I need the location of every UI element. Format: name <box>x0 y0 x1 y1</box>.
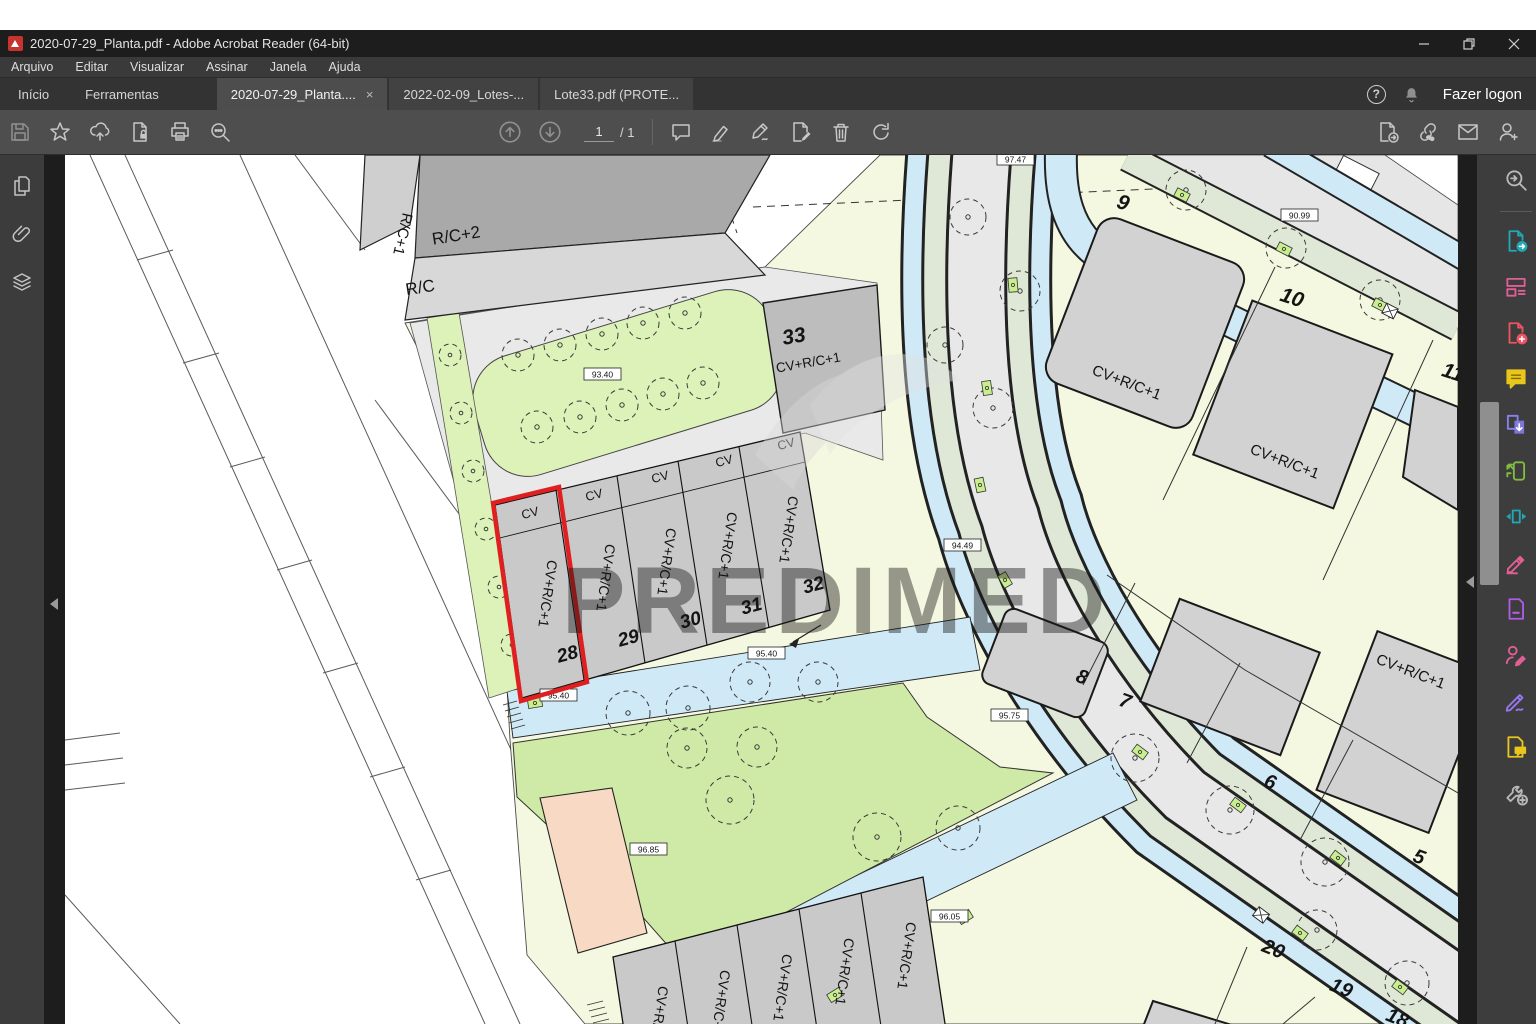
svg-text:97.47: 97.47 <box>1005 155 1027 165</box>
export-pdf-toolbar-button[interactable] <box>1368 114 1408 150</box>
restore-button[interactable] <box>1446 30 1491 57</box>
doc-tab-lote33[interactable]: Lote33.pdf (PROTE... <box>540 78 693 110</box>
menu-bar: Arquivo Editar Visualizar Assinar Janela… <box>0 57 1536 78</box>
main-toolbar: / 1 <box>0 110 1536 155</box>
title-bar[interactable]: 2020-07-29_Planta.pdf - Adobe Acrobat Re… <box>0 30 1536 57</box>
page-total-label: / 1 <box>620 125 634 140</box>
next-page-button[interactable] <box>530 114 570 150</box>
review-icon[interactable] <box>1499 730 1533 764</box>
marquee-zoom-icon[interactable] <box>1499 163 1533 197</box>
minimize-button[interactable] <box>1401 30 1446 57</box>
sign-in-button[interactable]: Fazer logon <box>1443 86 1522 103</box>
compress-pdf-icon[interactable] <box>1499 500 1533 534</box>
tab-close-icon[interactable]: × <box>366 87 374 102</box>
menu-assinar[interactable]: Assinar <box>195 60 259 74</box>
page-thumbnails-icon[interactable] <box>5 169 39 203</box>
menu-arquivo[interactable]: Arquivo <box>0 60 64 74</box>
tab-tools[interactable]: Ferramentas <box>67 78 177 110</box>
svg-text:90.99: 90.99 <box>1289 211 1311 221</box>
notifications-bell-icon[interactable] <box>1402 85 1421 104</box>
share-with-people-button[interactable] <box>1488 114 1528 150</box>
doc-tab-label: 2020-07-29_Planta.... <box>231 87 356 102</box>
highlighter-tool-button[interactable] <box>701 114 741 150</box>
cloud-upload-button[interactable] <box>80 114 120 150</box>
comment-tool-button[interactable] <box>661 114 701 150</box>
organize-pages-icon[interactable] <box>1499 270 1533 304</box>
pdf-page[interactable]: 97.47 90.99 93.40 94.49 95.40 95.40 95.7… <box>65 155 1458 1024</box>
layers-icon[interactable] <box>5 265 39 299</box>
doc-tab-label: Lote33.pdf (PROTE... <box>554 87 679 102</box>
svg-text:33: 33 <box>780 323 807 350</box>
sign-pen-tool-button[interactable] <box>741 114 781 150</box>
delete-pages-button[interactable] <box>821 114 861 150</box>
share-link-button[interactable] <box>1408 114 1448 150</box>
search-button[interactable] <box>200 114 240 150</box>
rotate-page-button[interactable] <box>861 114 901 150</box>
svg-text:96.85: 96.85 <box>638 845 660 855</box>
doc-tab-label: 2022-02-09_Lotes-... <box>403 87 524 102</box>
left-panel <box>0 155 44 1024</box>
vertical-scrollbar-thumb[interactable] <box>1480 402 1499 585</box>
doc-tab-planta[interactable]: 2020-07-29_Planta.... × <box>217 78 388 110</box>
close-button[interactable] <box>1491 30 1536 57</box>
send-email-button[interactable] <box>1448 114 1488 150</box>
menu-ajuda[interactable]: Ajuda <box>318 60 372 74</box>
document-gutter-left <box>44 155 65 1024</box>
page-number-input[interactable] <box>584 122 614 142</box>
desktop-margin <box>0 0 1536 30</box>
attachments-paperclip-icon[interactable] <box>5 217 39 251</box>
export-pdf-icon[interactable] <box>1499 224 1533 258</box>
menu-janela[interactable]: Janela <box>259 60 318 74</box>
collapse-left-panel-icon[interactable] <box>50 598 58 610</box>
protected-file-button[interactable] <box>120 114 160 150</box>
site-plan-drawing: 97.47 90.99 93.40 94.49 95.40 95.40 95.7… <box>65 155 1458 1024</box>
doc-tab-lotes[interactable]: 2022-02-09_Lotes-... <box>389 78 538 110</box>
comment-icon[interactable] <box>1499 362 1533 396</box>
document-gutter-right <box>1458 155 1477 1024</box>
collapse-right-panel-icon[interactable] <box>1466 576 1474 588</box>
panel-divider <box>1500 211 1532 212</box>
menu-visualizar[interactable]: Visualizar <box>119 60 195 74</box>
right-tools-panel <box>1477 155 1536 1024</box>
svg-text:95.75: 95.75 <box>999 711 1021 721</box>
star-favorites-button[interactable] <box>40 114 80 150</box>
tab-home[interactable]: Início <box>0 78 67 110</box>
request-signatures-icon[interactable] <box>1499 638 1533 672</box>
svg-text:93.40: 93.40 <box>592 370 614 380</box>
edit-pdf-icon[interactable] <box>1499 454 1533 488</box>
save-button[interactable] <box>0 114 40 150</box>
prepare-form-icon[interactable] <box>1499 592 1533 626</box>
more-tools-icon[interactable] <box>1499 776 1533 810</box>
certificates-icon[interactable] <box>1499 684 1533 718</box>
fill-sign-tool-button[interactable] <box>781 114 821 150</box>
print-button[interactable] <box>160 114 200 150</box>
combine-files-icon[interactable] <box>1499 408 1533 442</box>
fill-sign-icon[interactable] <box>1499 546 1533 580</box>
acrobat-window: 2020-07-29_Planta.pdf - Adobe Acrobat Re… <box>0 0 1536 1024</box>
acrobat-logo-icon <box>8 36 23 51</box>
window-title: 2020-07-29_Planta.pdf - Adobe Acrobat Re… <box>30 36 349 51</box>
svg-text:PREDIMED: PREDIMED <box>562 548 1111 654</box>
create-pdf-icon[interactable] <box>1499 316 1533 350</box>
menu-editar[interactable]: Editar <box>64 60 119 74</box>
help-icon[interactable]: ? <box>1367 85 1386 104</box>
toolbar-separator <box>652 119 653 145</box>
tab-bar: Início Ferramentas 2020-07-29_Planta....… <box>0 78 1536 110</box>
previous-page-button[interactable] <box>490 114 530 150</box>
svg-text:96.05: 96.05 <box>939 912 961 922</box>
